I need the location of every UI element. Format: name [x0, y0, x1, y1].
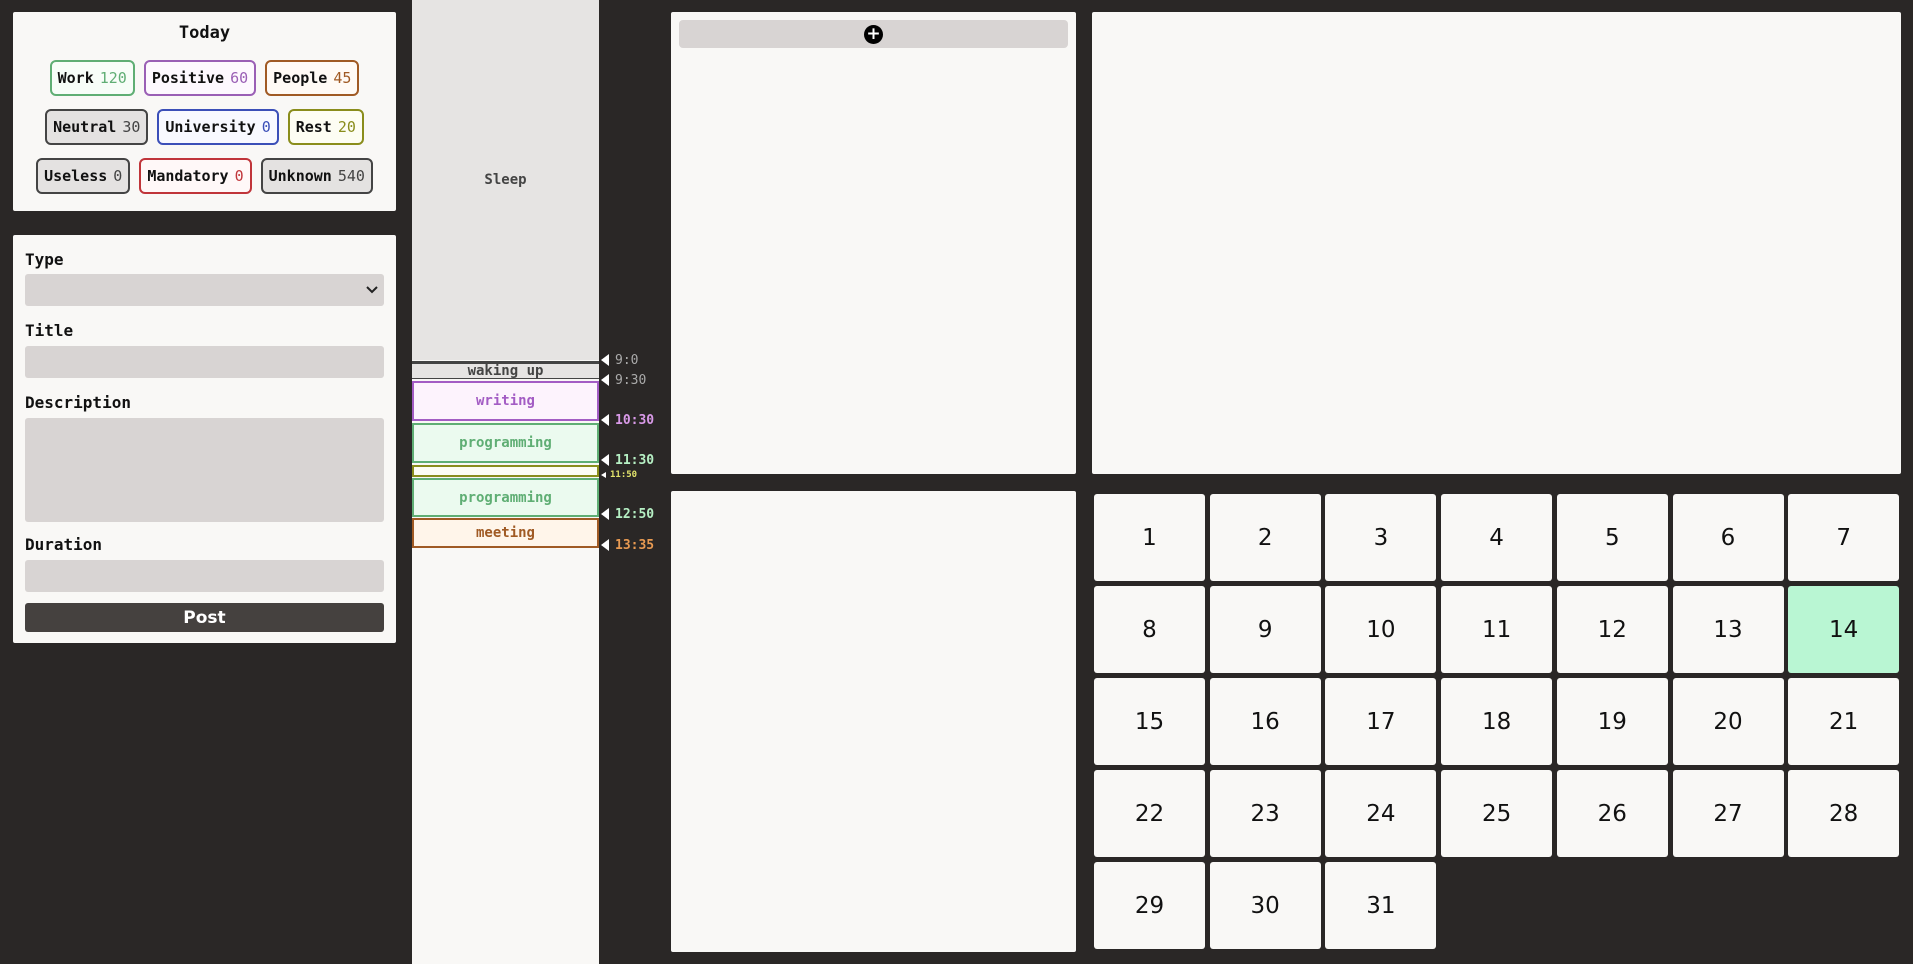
today-title: Today [178, 23, 231, 43]
pointer-left-icon [601, 374, 609, 386]
calendar-day-28[interactable]: 28 [1788, 770, 1900, 857]
tag-neutral[interactable]: Neutral 30 [45, 109, 149, 145]
tag-row-3: Useless 0 Mandatory 0 Unknown 540 [13, 158, 396, 194]
calendar-day-30[interactable]: 30 [1209, 862, 1321, 949]
pointer-left-icon [601, 472, 606, 478]
calendar-day-23[interactable]: 23 [1209, 770, 1321, 857]
tag-rest[interactable]: Rest 20 [287, 109, 364, 145]
notes-panel: + [671, 12, 1076, 474]
calendar-day-13[interactable]: 13 [1672, 586, 1784, 673]
calendar-day-19[interactable]: 19 [1556, 678, 1668, 765]
calendar-day-25[interactable]: 25 [1441, 770, 1553, 857]
time-tick: 9:30 [601, 373, 646, 388]
description-textarea[interactable] [25, 418, 384, 522]
duration-label: Duration [25, 535, 103, 554]
add-button[interactable]: + [679, 20, 1068, 48]
type-select[interactable] [25, 274, 384, 306]
tag-count: 45 [333, 69, 352, 87]
time-tick: 13:35 [601, 538, 654, 553]
tag-people[interactable]: People 45 [265, 60, 360, 96]
calendar-day-20[interactable]: 20 [1672, 678, 1784, 765]
tag-row-1: Work 120 Positive 60 People 45 [13, 60, 396, 96]
time-tick: 10:30 [601, 413, 654, 428]
duration-input[interactable] [25, 560, 384, 592]
calendar-day-17[interactable]: 17 [1325, 678, 1437, 765]
tag-count: 0 [113, 167, 123, 185]
month-calendar: 1 2 3 4 5 6 7 8 9 10 11 12 13 14 15 16 17 18 19 20 21 22 23 24 2… [1094, 494, 1900, 952]
day-timeline: Sleep waking up writing programming prog… [412, 0, 599, 964]
tag-count: 120 [99, 69, 127, 87]
tag-unknown[interactable]: Unknown 540 [260, 158, 373, 194]
calendar-day-21[interactable]: 21 [1788, 678, 1900, 765]
calendar-day-5[interactable]: 5 [1556, 494, 1668, 581]
new-entry-form: Type Title Description Duration Post [13, 235, 396, 643]
timeline-block-programming-2[interactable]: programming [412, 478, 599, 517]
title-input[interactable] [25, 346, 384, 378]
post-button[interactable]: Post [25, 603, 384, 632]
calendar-day-8[interactable]: 8 [1094, 586, 1205, 673]
calendar-day-31[interactable]: 31 [1325, 862, 1437, 949]
chevron-down-icon [366, 283, 378, 297]
calendar-day-15[interactable]: 15 [1094, 678, 1205, 765]
description-label: Description [25, 393, 131, 412]
timeline-block-meeting[interactable]: meeting [412, 518, 599, 548]
calendar-day-7[interactable]: 7 [1788, 494, 1900, 581]
calendar-day-6[interactable]: 6 [1672, 494, 1784, 581]
tag-count: 30 [122, 118, 141, 136]
tag-count: 20 [337, 118, 356, 136]
secondary-panel [671, 491, 1076, 952]
timeline-block-waking-up[interactable]: waking up [412, 361, 599, 379]
pointer-left-icon [601, 454, 609, 466]
today-summary-panel: Today Work 120 Positive 60 People 45 Neutra… [13, 12, 396, 211]
calendar-day-14[interactable]: 14 [1788, 586, 1900, 673]
time-tick: 12:50 [601, 507, 654, 522]
calendar-day-12[interactable]: 12 [1556, 586, 1668, 673]
pointer-left-icon [601, 539, 609, 551]
pointer-left-icon [601, 354, 609, 366]
calendar-day-3[interactable]: 3 [1325, 494, 1437, 581]
time-tick: 11:30 [601, 453, 654, 468]
tag-useless[interactable]: Useless 0 [36, 158, 131, 194]
tag-count: 540 [337, 167, 365, 185]
calendar-day-9[interactable]: 9 [1209, 586, 1321, 673]
calendar-day-24[interactable]: 24 [1325, 770, 1437, 857]
tag-count: 60 [230, 69, 249, 87]
calendar-day-11[interactable]: 11 [1441, 586, 1553, 673]
time-tick: 11:50 [601, 468, 637, 482]
calendar-day-2[interactable]: 2 [1209, 494, 1321, 581]
pointer-left-icon [601, 508, 609, 520]
timeline-block-writing[interactable]: writing [412, 381, 599, 421]
pointer-left-icon [601, 414, 609, 426]
calendar-day-27[interactable]: 27 [1672, 770, 1784, 857]
calendar-day-26[interactable]: 26 [1556, 770, 1668, 857]
calendar-day-10[interactable]: 10 [1325, 586, 1437, 673]
plus-circle-icon: + [864, 24, 883, 44]
timeline-block-programming-1[interactable]: programming [412, 423, 599, 463]
tag-row-2: Neutral 30 University 0 Rest 20 [13, 109, 396, 145]
timeline-block-sleep[interactable]: Sleep [412, 0, 599, 360]
calendar-day-4[interactable]: 4 [1441, 494, 1553, 581]
tag-count: 0 [234, 167, 244, 185]
detail-panel [1092, 12, 1901, 474]
title-label: Title [25, 321, 74, 340]
calendar-day-29[interactable]: 29 [1094, 862, 1205, 949]
tag-positive[interactable]: Positive 60 [143, 60, 257, 96]
tag-university[interactable]: University 0 [157, 109, 279, 145]
time-tick: 9:0 [601, 353, 638, 368]
calendar-day-18[interactable]: 18 [1441, 678, 1553, 765]
tag-count: 0 [261, 118, 271, 136]
calendar-day-22[interactable]: 22 [1094, 770, 1205, 857]
calendar-day-1[interactable]: 1 [1094, 494, 1205, 581]
tag-mandatory[interactable]: Mandatory 0 [139, 158, 252, 194]
type-label: Type [25, 250, 64, 269]
timeline-block-rest[interactable] [412, 465, 599, 477]
calendar-day-16[interactable]: 16 [1209, 678, 1321, 765]
tag-work[interactable]: Work 120 [49, 60, 135, 96]
